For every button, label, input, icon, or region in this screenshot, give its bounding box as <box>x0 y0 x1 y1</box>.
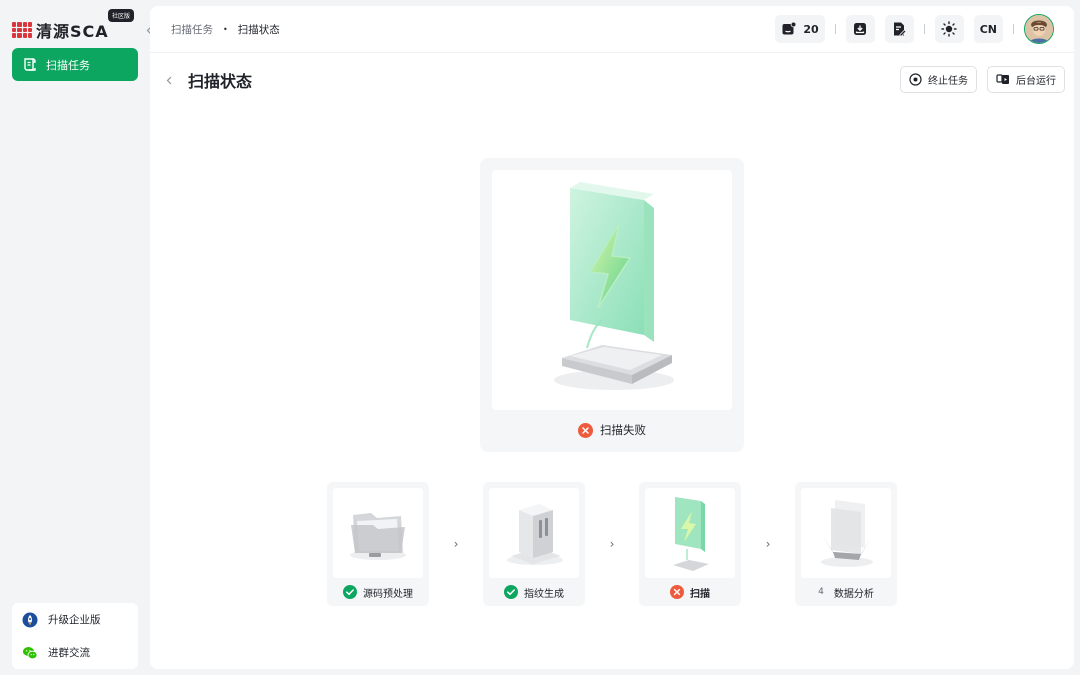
scan-status-label: 扫描失败 <box>600 423 646 437</box>
edition-badge: 社区版 <box>108 9 135 22</box>
notifications-button[interactable]: 20 <box>775 15 825 43</box>
step-fingerprint: 指纹生成 <box>483 482 585 606</box>
document-edit-icon <box>894 22 907 37</box>
error-circle-icon <box>670 585 684 599</box>
logo-text: 清源SCA <box>36 22 109 41</box>
message-badge-icon <box>782 21 797 35</box>
scroll-icon <box>24 57 36 71</box>
logo[interactable]: 清源SCA <box>12 16 109 44</box>
success-check-icon <box>343 585 357 599</box>
step-label: 数据分析 <box>833 588 874 600</box>
chevron-left-icon <box>166 76 172 84</box>
rocket-icon <box>22 612 38 628</box>
step-label: 指纹生成 <box>524 588 564 600</box>
page-header: 扫描状态 <box>160 66 252 94</box>
breadcrumb-parent[interactable]: 扫描任务 <box>171 22 213 37</box>
breadcrumb-current: 扫描状态 <box>237 24 280 36</box>
upgrade-enterprise-label: 升级企业版 <box>48 614 101 626</box>
scan-steps: 源码预处理 › 指纹生成 › 扫描 › 4 数据分析 <box>327 482 897 606</box>
step-data-analysis: 4 数据分析 <box>795 482 897 606</box>
step-label-row: 扫描 <box>639 583 741 601</box>
lightning-panel-illustration-icon <box>554 182 674 390</box>
breadcrumb-separator: • <box>223 25 228 34</box>
wechat-icon <box>22 645 38 661</box>
folder-illustration-icon <box>350 513 406 560</box>
language-button[interactable]: CN <box>973 15 1003 43</box>
top-bar: 扫描任务 • 扫描状态 20 CN <box>150 6 1074 53</box>
notifications-count: 20 <box>803 22 819 36</box>
theme-toggle-button[interactable] <box>934 15 964 43</box>
sidebar-bottom-panel: 升级企业版 进群交流 <box>12 603 138 669</box>
step-scan: 扫描 <box>639 482 741 606</box>
run-background-label: 后台运行 <box>1016 76 1056 87</box>
stop-circle-icon <box>909 73 922 86</box>
logo-mark-icon <box>12 22 32 38</box>
page-title: 扫描状态 <box>188 72 253 91</box>
step-label-row: 4 数据分析 <box>795 583 897 601</box>
download-button[interactable] <box>845 15 875 43</box>
language-label: CN <box>979 22 997 36</box>
sidebar-item-label: 扫描任务 <box>46 58 90 72</box>
breadcrumb: 扫描任务 • 扫描状态 <box>171 22 280 37</box>
step-arrow-icon: › <box>453 537 459 551</box>
page-actions: 终止任务 后台运行 <box>890 66 1065 93</box>
step-label-row: 指纹生成 <box>483 583 585 601</box>
step-illustration <box>333 488 423 578</box>
step-illustration <box>645 488 735 578</box>
success-check-icon <box>504 585 518 599</box>
step-illustration <box>801 488 891 578</box>
step-number: 4 <box>818 587 824 597</box>
toolbar: 20 CN <box>775 14 1054 44</box>
step-label: 源码预处理 <box>363 588 413 600</box>
scan-status: 扫描失败 <box>480 422 744 438</box>
join-group-link[interactable]: 进群交流 <box>12 636 138 669</box>
download-box-icon <box>854 23 867 35</box>
step-label: 扫描 <box>690 588 710 600</box>
toolbar-divider <box>834 24 836 34</box>
stop-task-label: 终止任务 <box>928 76 968 87</box>
step-label-row: 源码预处理 <box>327 583 429 601</box>
server-device-illustration-icon <box>507 504 563 565</box>
sun-icon <box>941 21 957 37</box>
step-illustration <box>489 488 579 578</box>
user-avatar-icon <box>1025 15 1053 43</box>
back-button[interactable] <box>160 71 178 89</box>
lightning-panel-illustration-icon <box>673 497 709 571</box>
join-group-label: 进群交流 <box>48 647 90 659</box>
stop-task-button[interactable]: 终止任务 <box>900 66 977 93</box>
scan-illustration <box>492 170 732 410</box>
run-background-button[interactable]: 后台运行 <box>987 66 1065 93</box>
step-arrow-icon: › <box>765 537 771 551</box>
step-source-preprocess: 源码预处理 <box>327 482 429 606</box>
report-button[interactable] <box>884 15 914 43</box>
scan-status-card: 扫描失败 <box>480 158 744 452</box>
toolbar-divider <box>923 24 925 34</box>
document-stand-illustration-icon <box>821 500 873 567</box>
upgrade-enterprise-link[interactable]: 升级企业版 <box>12 603 138 636</box>
main-panel: 扫描任务 • 扫描状态 20 CN 扫描状态 终止任务 后台运行 扫描失败 源码… <box>150 6 1074 669</box>
background-run-icon <box>996 74 1009 84</box>
avatar[interactable] <box>1024 14 1054 44</box>
step-arrow-icon: › <box>609 537 615 551</box>
sidebar: 清源SCA 社区版 扫描任务 升级企业版 进群交流 <box>0 0 152 675</box>
sidebar-item-scan-tasks[interactable]: 扫描任务 <box>12 48 138 81</box>
error-circle-icon <box>578 422 593 438</box>
toolbar-divider <box>1013 24 1014 34</box>
